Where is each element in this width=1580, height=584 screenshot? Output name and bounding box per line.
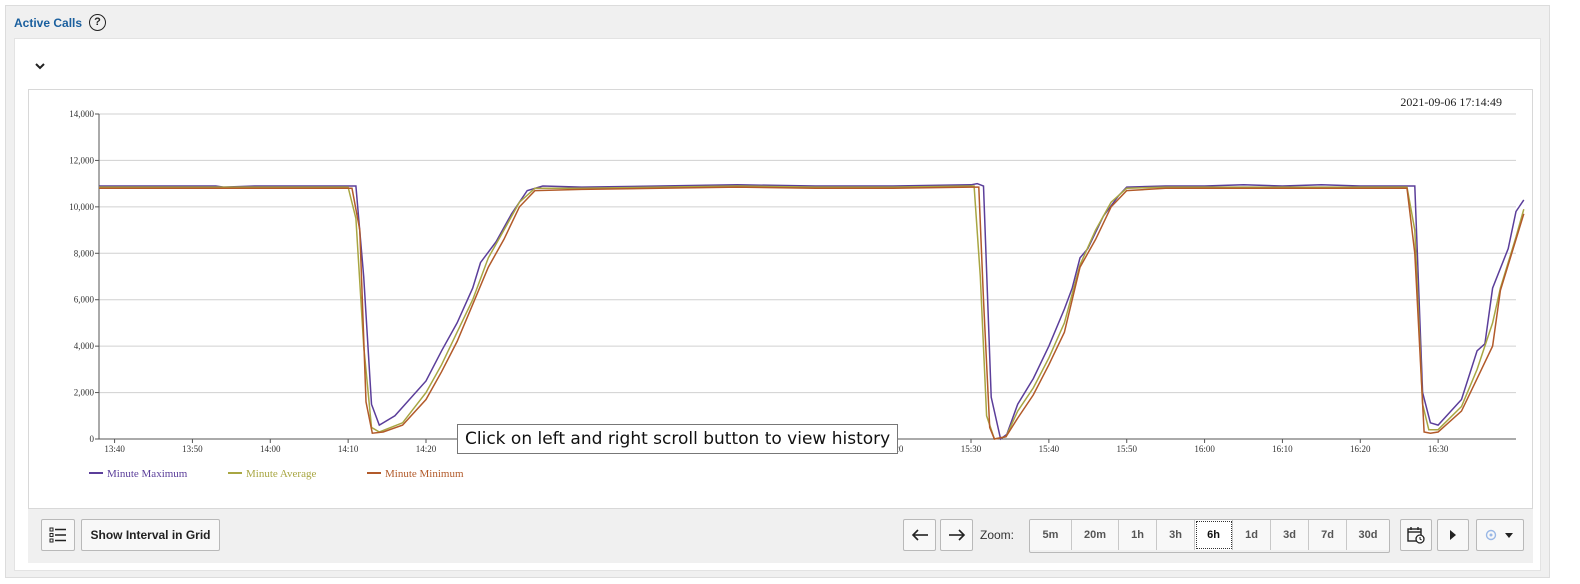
calendar-clock-icon[interactable] bbox=[1400, 519, 1432, 551]
y-tick-label: 10,000 bbox=[69, 202, 94, 212]
y-tick-label: 6,000 bbox=[74, 295, 95, 305]
x-tick-label: 16:30 bbox=[1428, 444, 1449, 454]
chart-timestamp: 2021-09-06 17:14:49 bbox=[1400, 95, 1502, 109]
question-circle-icon[interactable]: ? bbox=[89, 14, 107, 31]
y-tick-label: 0 bbox=[90, 434, 95, 444]
zoom-label: Zoom: bbox=[980, 528, 1015, 542]
x-tick-label: 16:10 bbox=[1272, 444, 1293, 454]
refresh-dropdown-icon[interactable] bbox=[1476, 519, 1524, 551]
zoom-5m-button[interactable]: 5m bbox=[1030, 520, 1072, 550]
panel-title[interactable]: Active Calls bbox=[14, 16, 82, 30]
zoom-20m-button[interactable]: 20m bbox=[1072, 520, 1119, 550]
x-tick-label: 14:20 bbox=[416, 444, 437, 454]
y-tick-label: 4,000 bbox=[74, 341, 95, 351]
x-tick-label: 15:40 bbox=[1039, 444, 1060, 454]
series-line-minute-minimum bbox=[99, 186, 1525, 440]
arrow-right-icon[interactable] bbox=[940, 519, 973, 551]
legend-label: Minute Maximum bbox=[107, 468, 188, 480]
zoom-1d-button[interactable]: 1d bbox=[1233, 520, 1271, 550]
chevron-down-icon[interactable] bbox=[33, 59, 47, 73]
arrow-left-icon[interactable] bbox=[903, 519, 936, 551]
active-calls-panel: Active Calls ? 0 2,000 4,000 6,000 8,000 10,0… bbox=[5, 5, 1550, 578]
zoom-selector: 5m 20m 1h 3h 6h 1d 3d 7d 30d bbox=[1029, 519, 1390, 553]
chart-toolbar: Show Interval in Grid Zoom: 5m 20m 1h 3h 6h 1… bbox=[28, 509, 1533, 563]
zoom-3d-button[interactable]: 3d bbox=[1271, 520, 1309, 550]
zoom-3h-button[interactable]: 3h bbox=[1157, 520, 1195, 550]
series-line-minute-maximum bbox=[99, 182, 1525, 441]
legend-label: Minute Average bbox=[246, 468, 316, 480]
play-icon[interactable] bbox=[1437, 519, 1469, 551]
legend-label: Minute Minimum bbox=[385, 468, 464, 480]
y-tick-label: 8,000 bbox=[74, 248, 95, 258]
x-tick-label: 15:50 bbox=[1116, 444, 1137, 454]
zoom-7d-button[interactable]: 7d bbox=[1309, 520, 1347, 550]
zoom-30d-button[interactable]: 30d bbox=[1347, 520, 1389, 550]
series-line-minute-average bbox=[99, 185, 1525, 440]
y-tick-label: 14,000 bbox=[69, 109, 94, 119]
y-tick-label: 2,000 bbox=[74, 388, 95, 398]
x-tick-label: 15:30 bbox=[961, 444, 982, 454]
x-tick-label: 13:50 bbox=[182, 444, 203, 454]
zoom-6h-button[interactable]: 6h bbox=[1195, 520, 1233, 550]
show-interval-in-grid-button[interactable]: Show Interval in Grid bbox=[81, 519, 220, 551]
list-icon[interactable] bbox=[41, 519, 75, 551]
chart-area: 0 2,000 4,000 6,000 8,000 10,000 12,000 14,000 1… bbox=[28, 89, 1533, 509]
x-tick-label: 13:40 bbox=[104, 444, 125, 454]
x-tick-label: 16:20 bbox=[1350, 444, 1371, 454]
x-tick-label: 14:00 bbox=[260, 444, 281, 454]
x-tick-label: 14:10 bbox=[338, 444, 359, 454]
zoom-1h-button[interactable]: 1h bbox=[1119, 520, 1157, 550]
panel-body: 0 2,000 4,000 6,000 8,000 10,000 12,000 14,000 1… bbox=[14, 38, 1541, 571]
y-tick-label: 12,000 bbox=[69, 155, 94, 165]
panel-header: Active Calls ? bbox=[14, 14, 107, 31]
history-tooltip: Click on left and right scroll button to… bbox=[457, 424, 899, 454]
x-tick-label: 16:00 bbox=[1194, 444, 1215, 454]
